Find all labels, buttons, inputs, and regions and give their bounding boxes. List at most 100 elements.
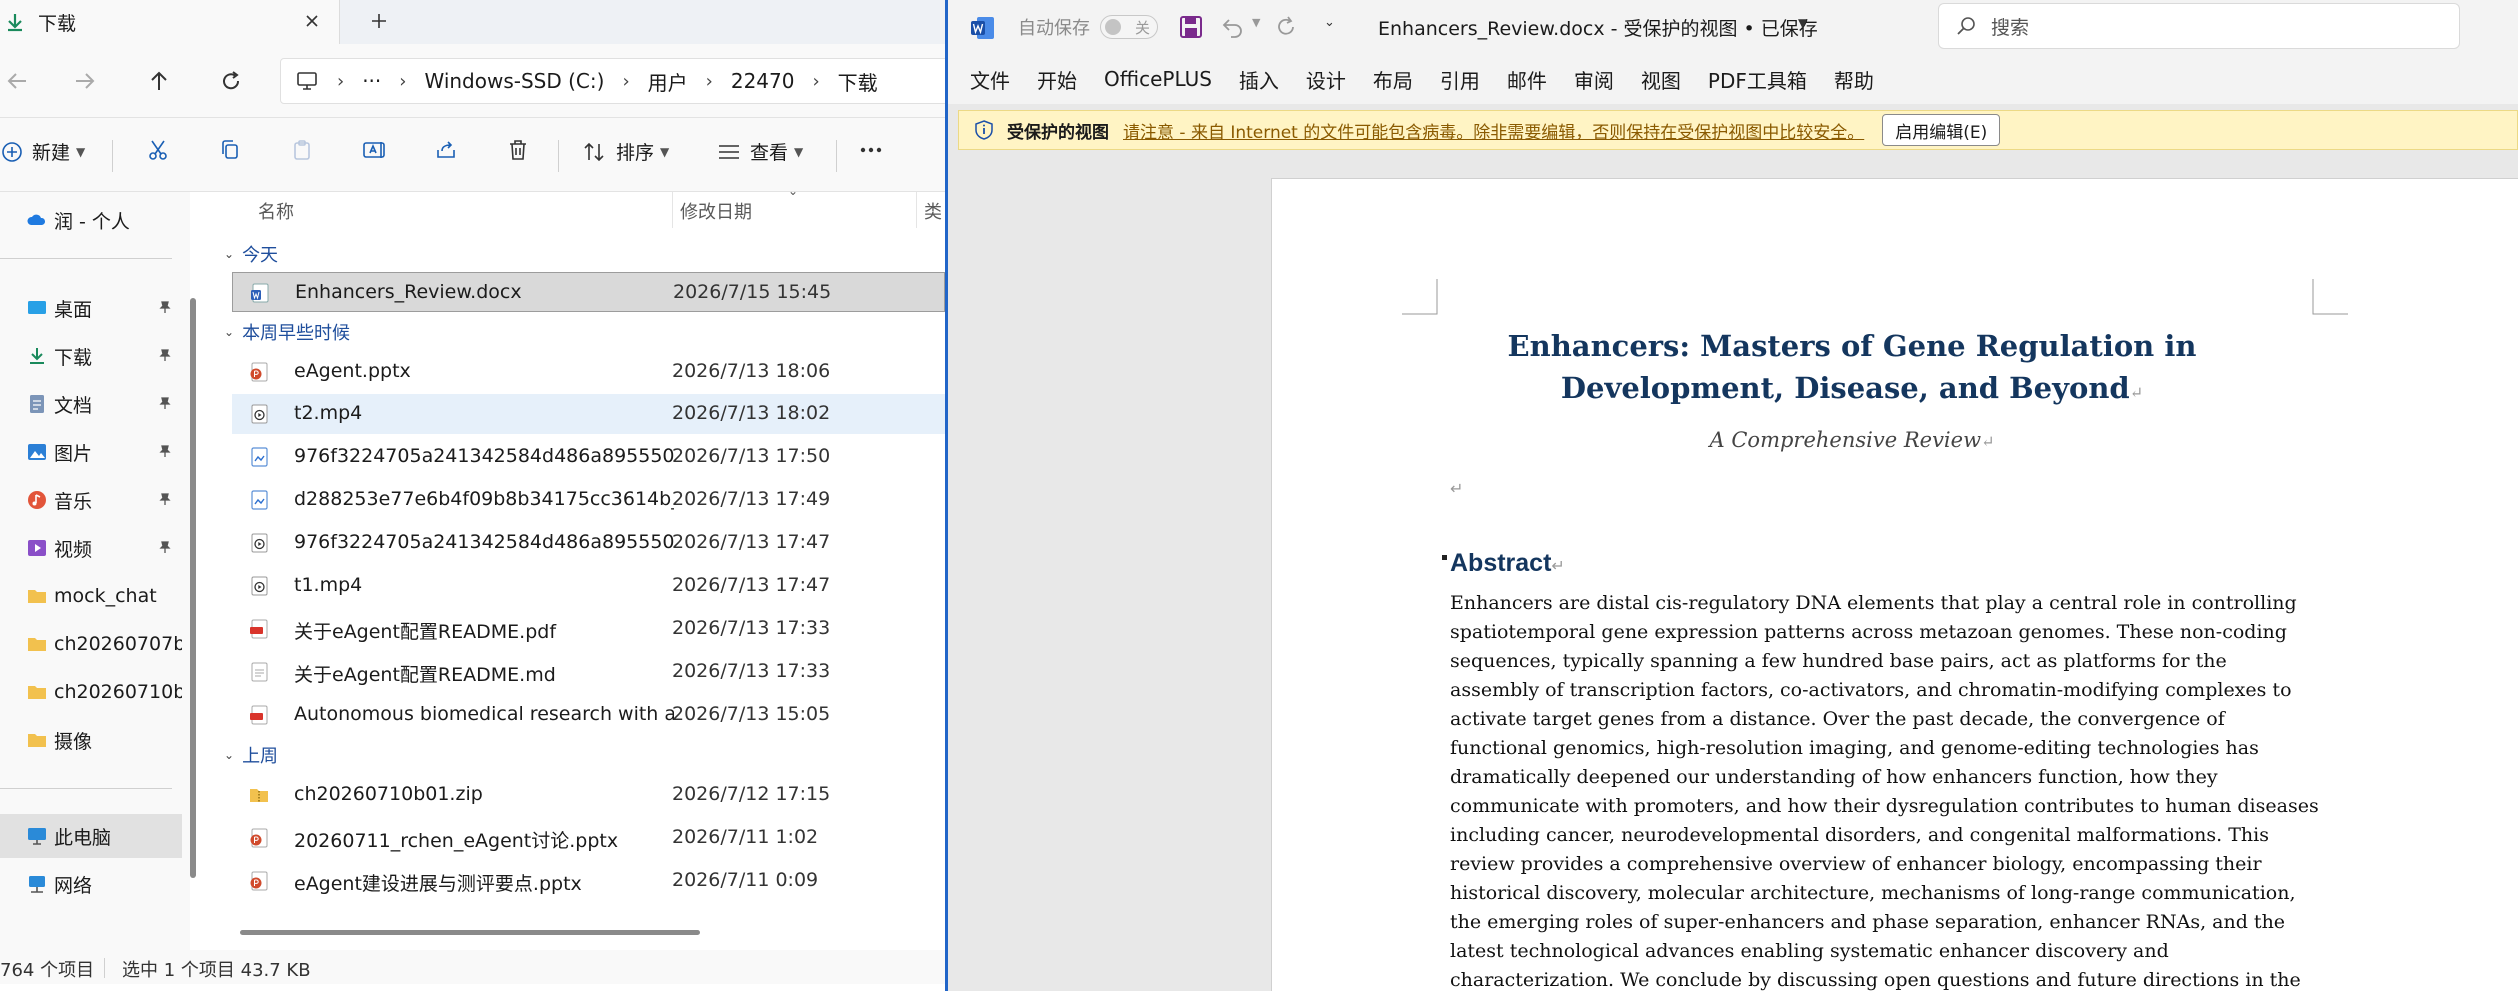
group-header-today[interactable]: ⌄ 今天 (208, 236, 278, 272)
file-row[interactable]: 关于eAgent配置README.pdf 2026/7/13 17:33 M (232, 609, 945, 649)
pin-icon[interactable] (158, 396, 172, 410)
column-type[interactable]: 类 (924, 198, 942, 224)
tab-file[interactable]: 文件 (970, 65, 1010, 94)
search-icon (1955, 15, 1977, 37)
tab-officeplus[interactable]: OfficePLUS (1104, 67, 1212, 91)
delete-icon[interactable] (506, 138, 530, 162)
tab-design[interactable]: 设计 (1306, 65, 1346, 94)
chevron-down-icon[interactable]: ▼ (1252, 16, 1260, 29)
file-row[interactable]: t1.mp4 2026/7/13 17:47 M (232, 566, 945, 606)
nav-item-this-pc[interactable]: 此电脑 (0, 814, 182, 858)
file-name: 关于eAgent配置README.md (294, 664, 556, 686)
nav-item-onedrive[interactable]: 润 - 个人 (0, 198, 182, 242)
chevron-down-icon: ▼ (660, 144, 670, 159)
new-tab-icon[interactable] (368, 10, 390, 32)
breadcrumb-users[interactable]: 用户 (648, 67, 688, 96)
nav-item-music[interactable]: 音乐 (0, 478, 182, 522)
tab-references[interactable]: 引用 (1440, 65, 1480, 94)
file-row[interactable]: 20260711_rchen_eAgent讨论.pptx 2026/7/11 1… (232, 818, 945, 858)
close-tab-icon[interactable] (301, 10, 323, 32)
address-bar[interactable]: › ··· › Windows-SSD (C:) › 用户 › 22470 › … (280, 58, 945, 104)
file-row[interactable]: eAgent.pptx 2026/7/13 18:06 M (232, 352, 945, 392)
undo-icon[interactable] (1220, 14, 1246, 40)
enable-editing-button[interactable]: 启用编辑(E) (1882, 114, 2001, 146)
forward-icon[interactable] (72, 68, 98, 94)
file-row[interactable]: Enhancers_Review.docx 2026/7/15 15:45 M (232, 272, 945, 312)
pin-icon[interactable] (158, 492, 172, 506)
tab-downloads[interactable]: 下载 (0, 0, 340, 44)
pin-icon[interactable] (158, 300, 172, 314)
nav-item-folder[interactable]: ch20260707b0 (0, 622, 182, 666)
nav-item-folder[interactable]: ch20260710b0 (0, 670, 182, 714)
nav-label: 此电脑 (54, 826, 112, 849)
file-row[interactable]: ch20260710b01.zip 2026/7/12 17:15 压 (232, 775, 945, 815)
breadcrumb-user[interactable]: 22470 (731, 69, 795, 93)
sort-button[interactable]: 排序 ▼ (582, 138, 669, 165)
status-bar: 764 个项目 选中 1 个项目 43.7 KB (0, 950, 945, 984)
nav-item-documents[interactable]: 文档 (0, 382, 182, 426)
file-name: t1.mp4 (294, 574, 363, 596)
nav-item-desktop[interactable]: 桌面 (0, 286, 182, 330)
file-row[interactable]: Autonomous biomedical research with an a… (232, 695, 945, 735)
up-icon[interactable] (146, 68, 172, 94)
redo-icon[interactable] (1274, 14, 1300, 40)
file-row[interactable]: 976f3224705a241342584d486a895550_ra... 2… (232, 437, 945, 477)
breadcrumb-downloads[interactable]: 下载 (838, 67, 878, 96)
nav-scrollbar[interactable] (190, 298, 196, 878)
save-icon[interactable] (1178, 14, 1204, 40)
new-button[interactable]: 新建 ▼ (0, 138, 85, 165)
video-file-icon (248, 532, 270, 554)
pin-icon[interactable] (158, 444, 172, 458)
refresh-icon[interactable] (218, 68, 244, 94)
group-header-last-week[interactable]: ⌄ 上周 (208, 737, 278, 773)
tab-layout[interactable]: 布局 (1373, 65, 1413, 94)
file-row[interactable]: 关于eAgent配置README.md 2026/7/13 17:33 M (232, 652, 945, 692)
rename-icon[interactable] (362, 138, 388, 162)
copy-icon[interactable] (218, 138, 242, 162)
search-box[interactable]: 搜索 (1938, 3, 2460, 49)
file-row[interactable]: 976f3224705a241342584d486a895550_ra... 2… (232, 523, 945, 563)
group-label: 今天 (242, 245, 279, 266)
network-icon (26, 873, 48, 895)
file-name: 20260711_rchen_eAgent讨论.pptx (294, 830, 619, 852)
document-title[interactable]: Enhancers_Review.docx - 受保护的视图 • 已保存 (1378, 14, 1818, 41)
pin-icon[interactable] (158, 348, 172, 362)
chevron-down-icon[interactable]: ▼ (1798, 16, 1807, 30)
customize-toolbar-icon[interactable]: ⌄ (1324, 15, 1335, 30)
autosave-toggle[interactable]: 关 (1100, 15, 1158, 39)
tab-mailings[interactable]: 邮件 (1507, 65, 1547, 94)
overflow-dots-icon[interactable]: ··· (362, 69, 381, 93)
file-row[interactable]: t2.mp4 2026/7/13 18:02 M (232, 394, 945, 434)
file-row[interactable]: d288253e77e6b4f09b8b34175cc3614b_ra... 2… (232, 480, 945, 520)
more-options-icon[interactable] (858, 138, 884, 162)
group-header-earlier-this-week[interactable]: ⌄ 本周早些时候 (208, 314, 350, 350)
document-page[interactable]: Enhancers: Masters of Gene Regulation in… (1271, 178, 2518, 991)
horizontal-scrollbar[interactable] (240, 930, 700, 935)
protected-view-message[interactable]: 请注意 - 来自 Internet 的文件可能包含病毒。除非需要编辑，否则保持在… (1123, 118, 1864, 143)
tab-bar: 下载 (0, 0, 945, 44)
nav-item-folder[interactable]: 摄像 (0, 718, 182, 762)
nav-item-downloads[interactable]: 下载 (0, 334, 182, 378)
divider (112, 140, 113, 172)
file-row[interactable]: eAgent建设进展与测评要点.pptx 2026/7/11 0:09 M (232, 861, 945, 901)
nav-item-network[interactable]: 网络 (0, 862, 182, 906)
nav-item-pictures[interactable]: 图片 (0, 430, 182, 474)
column-date[interactable]: 修改日期 (680, 198, 752, 224)
tab-view[interactable]: 视图 (1641, 65, 1681, 94)
paste-icon[interactable] (290, 138, 314, 162)
column-name[interactable]: 名称 (258, 198, 294, 224)
tab-review[interactable]: 审阅 (1574, 65, 1614, 94)
pin-icon[interactable] (158, 540, 172, 554)
breadcrumb-drive[interactable]: Windows-SSD (C:) (424, 69, 604, 93)
file-date: 2026/7/13 15:05 (672, 703, 831, 725)
nav-item-videos[interactable]: 视频 (0, 526, 182, 570)
nav-item-folder[interactable]: mock_chat (0, 574, 182, 618)
back-icon[interactable] (4, 68, 30, 94)
view-button[interactable]: 查看 ▼ (716, 138, 803, 165)
tab-insert[interactable]: 插入 (1239, 65, 1279, 94)
cut-icon[interactable] (146, 138, 170, 162)
tab-pdf-toolbox[interactable]: PDF工具箱 (1708, 65, 1807, 94)
tab-help[interactable]: 帮助 (1834, 65, 1874, 94)
tab-home[interactable]: 开始 (1037, 65, 1077, 94)
share-icon[interactable] (434, 138, 458, 162)
